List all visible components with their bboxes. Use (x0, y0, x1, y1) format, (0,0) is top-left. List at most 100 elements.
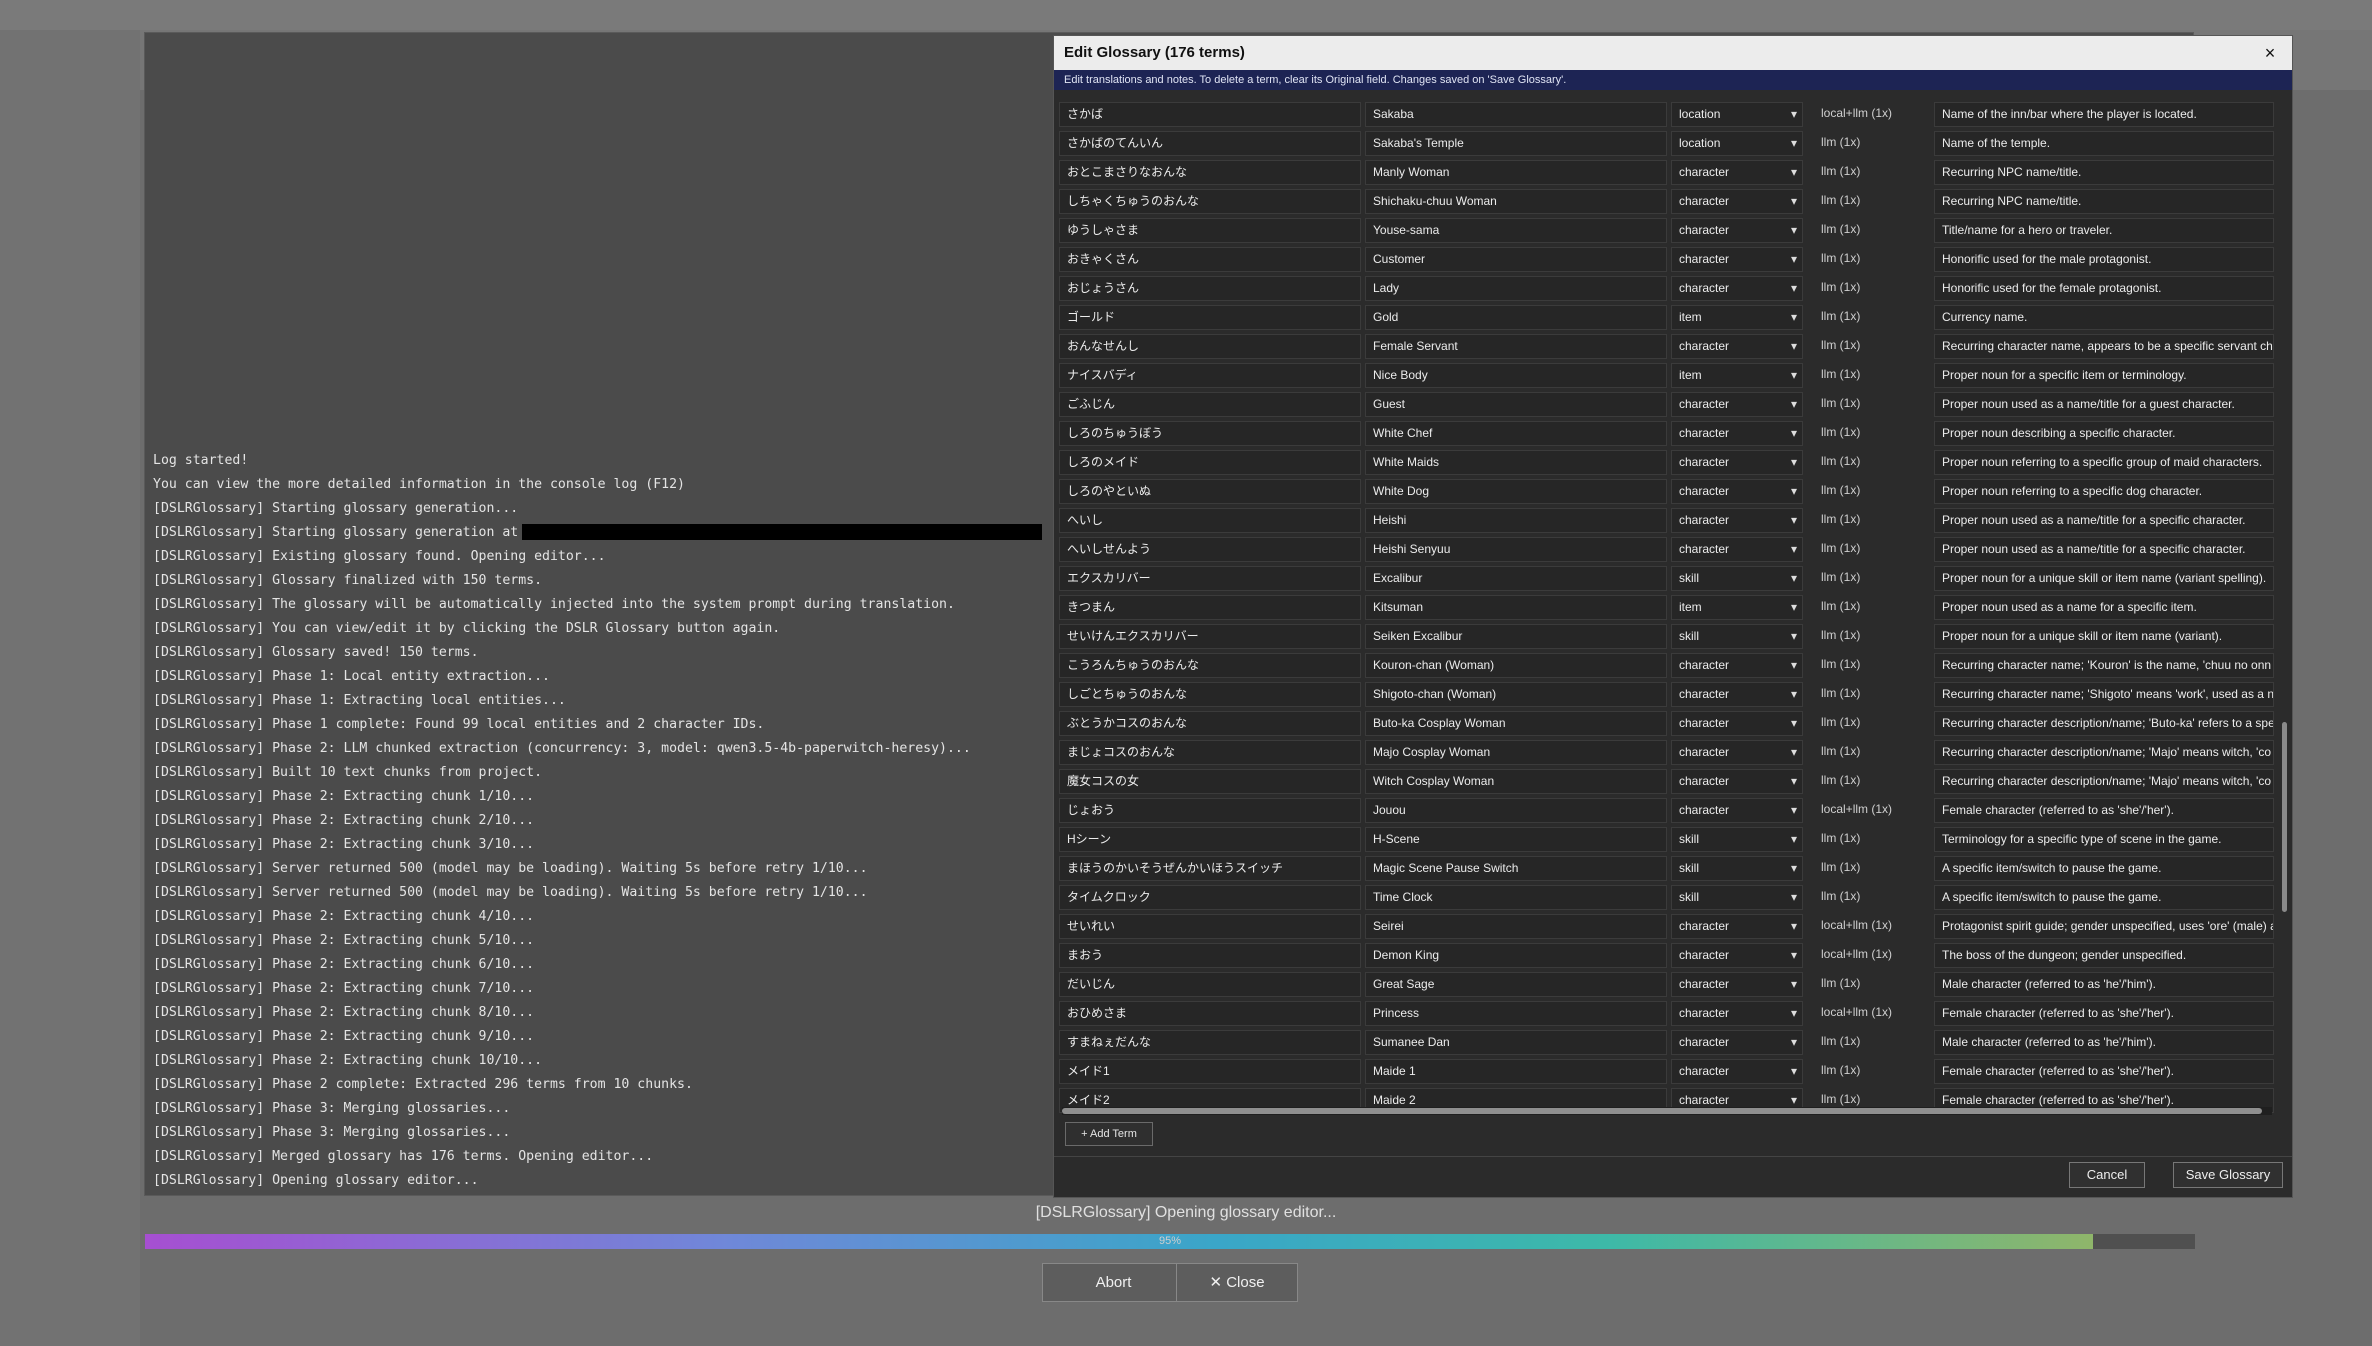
type-select[interactable]: character (1671, 798, 1803, 823)
translation-field[interactable]: Heishi (1365, 508, 1667, 533)
translation-field[interactable]: Shichaku-chuu Woman (1365, 189, 1667, 214)
original-field[interactable]: 魔女コスの女 (1059, 769, 1361, 794)
original-field[interactable]: だいじん (1059, 972, 1361, 997)
type-select[interactable]: character (1671, 189, 1803, 214)
type-select[interactable]: character (1671, 392, 1803, 417)
translation-field[interactable]: Customer (1365, 247, 1667, 272)
add-term-button[interactable]: + Add Term (1065, 1122, 1153, 1146)
note-field[interactable]: Proper noun for a unique skill or item n… (1934, 624, 2274, 649)
vertical-scrollbar[interactable] (2280, 100, 2290, 1110)
cancel-button[interactable]: Cancel (2069, 1162, 2145, 1188)
note-field[interactable]: Proper noun for a unique skill or item n… (1934, 566, 2274, 591)
original-field[interactable]: こうろんちゅうのおんな (1059, 653, 1361, 678)
translation-field[interactable]: White Dog (1365, 479, 1667, 504)
note-field[interactable]: The boss of the dungeon; gender unspecif… (1934, 943, 2274, 968)
type-select[interactable]: item (1671, 305, 1803, 330)
original-field[interactable]: エクスカリバー (1059, 566, 1361, 591)
vertical-scroll-thumb[interactable] (2282, 722, 2287, 912)
translation-field[interactable]: Seiken Excalibur (1365, 624, 1667, 649)
type-select[interactable]: skill (1671, 624, 1803, 649)
translation-field[interactable]: Manly Woman (1365, 160, 1667, 185)
translation-field[interactable]: Time Clock (1365, 885, 1667, 910)
note-field[interactable]: Proper noun describing a specific charac… (1934, 421, 2274, 446)
original-field[interactable]: さかば (1059, 102, 1361, 127)
original-field[interactable]: しろのちゅうぼう (1059, 421, 1361, 446)
note-field[interactable]: Female character (referred to as 'she'/'… (1934, 798, 2274, 823)
note-field[interactable]: Proper noun used as a name/title for a g… (1934, 392, 2274, 417)
type-select[interactable]: character (1671, 450, 1803, 475)
original-field[interactable]: せいれい (1059, 914, 1361, 939)
translation-field[interactable]: Kitsuman (1365, 595, 1667, 620)
abort-button[interactable]: Abort (1042, 1263, 1185, 1302)
type-select[interactable]: location (1671, 102, 1803, 127)
original-field[interactable]: タイムクロック (1059, 885, 1361, 910)
type-select[interactable]: skill (1671, 885, 1803, 910)
type-select[interactable]: character (1671, 479, 1803, 504)
type-select[interactable]: character (1671, 769, 1803, 794)
original-field[interactable]: へいしせんよう (1059, 537, 1361, 562)
original-field[interactable]: ゴールド (1059, 305, 1361, 330)
type-select[interactable]: item (1671, 363, 1803, 388)
note-field[interactable]: Proper noun used as a name/title for a s… (1934, 508, 2274, 533)
type-select[interactable]: character (1671, 421, 1803, 446)
original-field[interactable]: ぶとうかコスのおんな (1059, 711, 1361, 736)
type-select[interactable]: character (1671, 682, 1803, 707)
type-select[interactable]: character (1671, 508, 1803, 533)
translation-field[interactable]: Great Sage (1365, 972, 1667, 997)
note-field[interactable]: Title/name for a hero or traveler. (1934, 218, 2274, 243)
original-field[interactable]: へいし (1059, 508, 1361, 533)
note-field[interactable]: Name of the temple. (1934, 131, 2274, 156)
type-select[interactable]: character (1671, 943, 1803, 968)
note-field[interactable]: Recurring character name, appears to be … (1934, 334, 2274, 359)
note-field[interactable]: Male character (referred to as 'he'/'him… (1934, 972, 2274, 997)
original-field[interactable]: おひめさま (1059, 1001, 1361, 1026)
type-select[interactable]: character (1671, 1030, 1803, 1055)
note-field[interactable]: Recurring NPC name/title. (1934, 160, 2274, 185)
original-field[interactable]: せいけんエクスカリバー (1059, 624, 1361, 649)
note-field[interactable]: Recurring NPC name/title. (1934, 189, 2274, 214)
original-field[interactable]: まじょコスのおんな (1059, 740, 1361, 765)
type-select[interactable]: skill (1671, 566, 1803, 591)
original-field[interactable]: しろのメイド (1059, 450, 1361, 475)
type-select[interactable]: character (1671, 334, 1803, 359)
note-field[interactable]: Name of the inn/bar where the player is … (1934, 102, 2274, 127)
original-field[interactable]: きつまん (1059, 595, 1361, 620)
translation-field[interactable]: Sumanee Dan (1365, 1030, 1667, 1055)
note-field[interactable]: Honorific used for the female protagonis… (1934, 276, 2274, 301)
note-field[interactable]: Honorific used for the male protagonist. (1934, 247, 2274, 272)
original-field[interactable]: まほうのかいそうぜんかいほうスイッチ (1059, 856, 1361, 881)
original-field[interactable]: ナイスバディ (1059, 363, 1361, 388)
translation-field[interactable]: Sakaba's Temple (1365, 131, 1667, 156)
note-field[interactable]: Terminology for a specific type of scene… (1934, 827, 2274, 852)
note-field[interactable]: Recurring character name; 'Shigoto' mean… (1934, 682, 2274, 707)
type-select[interactable]: location (1671, 131, 1803, 156)
horizontal-scrollbar[interactable] (1062, 1107, 2272, 1115)
translation-field[interactable]: Buto-ka Cosplay Woman (1365, 711, 1667, 736)
translation-field[interactable]: Sakaba (1365, 102, 1667, 127)
type-select[interactable]: character (1671, 160, 1803, 185)
type-select[interactable]: skill (1671, 827, 1803, 852)
type-select[interactable]: character (1671, 218, 1803, 243)
note-field[interactable]: A specific item/switch to pause the game… (1934, 856, 2274, 881)
type-select[interactable]: skill (1671, 856, 1803, 881)
translation-field[interactable]: Shigoto-chan (Woman) (1365, 682, 1667, 707)
note-field[interactable]: Male character (referred to as 'he'/'him… (1934, 1030, 2274, 1055)
type-select[interactable]: character (1671, 537, 1803, 562)
translation-field[interactable]: Maide 1 (1365, 1059, 1667, 1084)
note-field[interactable]: Proper noun for a specific item or termi… (1934, 363, 2274, 388)
horizontal-scroll-thumb[interactable] (1062, 1108, 2262, 1114)
note-field[interactable]: Female character (referred to as 'she'/'… (1934, 1059, 2274, 1084)
note-field[interactable]: Protagonist spirit guide; gender unspeci… (1934, 914, 2274, 939)
original-field[interactable]: じょおう (1059, 798, 1361, 823)
type-select[interactable]: character (1671, 653, 1803, 678)
close-button[interactable]: ✕ Close (1176, 1263, 1298, 1302)
translation-field[interactable]: Demon King (1365, 943, 1667, 968)
translation-field[interactable]: Guest (1365, 392, 1667, 417)
note-field[interactable]: Currency name. (1934, 305, 2274, 330)
note-field[interactable]: A specific item/switch to pause the game… (1934, 885, 2274, 910)
type-select[interactable]: character (1671, 276, 1803, 301)
note-field[interactable]: Recurring character description/name; 'M… (1934, 769, 2274, 794)
note-field[interactable]: Recurring character description/name; 'B… (1934, 711, 2274, 736)
translation-field[interactable]: H-Scene (1365, 827, 1667, 852)
original-field[interactable]: おきゃくさん (1059, 247, 1361, 272)
